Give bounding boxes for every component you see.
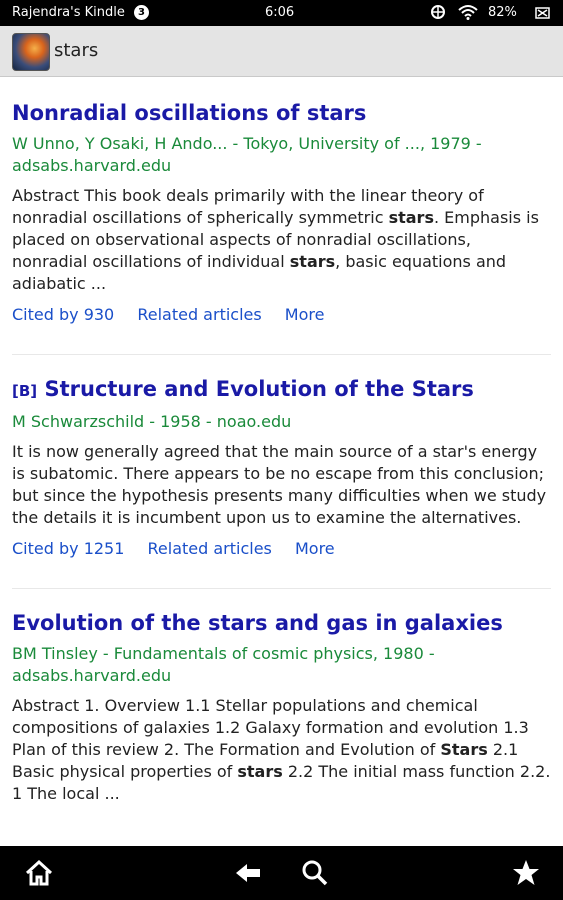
result-snippet: Abstract 1. Overview 1.1 Stellar populat… xyxy=(12,696,551,803)
result-meta: M Schwarzschild - 1958 - noao.edu xyxy=(12,412,292,431)
result-links: Cited by 1251 Related articles More xyxy=(12,539,551,558)
related-articles-link[interactable]: Related articles xyxy=(148,539,272,558)
back-icon[interactable] xyxy=(233,858,263,888)
more-link[interactable]: More xyxy=(295,539,335,558)
result-title-link[interactable]: Evolution of the stars and gas in galaxi… xyxy=(12,609,551,637)
notification-badge[interactable]: 3 xyxy=(134,5,149,20)
result-links: Cited by 930 Related articles More xyxy=(12,305,551,324)
result-meta: W Unno, Y Osaki, H Ando... - Tokyo, Univ… xyxy=(12,134,482,175)
status-bar: Rajendra's Kindle 3 6:06 82% xyxy=(0,0,563,26)
star-icon[interactable] xyxy=(511,858,541,888)
search-icon[interactable] xyxy=(300,858,330,888)
results-list: Nonradial oscillations of stars W Unno, … xyxy=(0,77,563,846)
sync-icon xyxy=(431,5,445,19)
more-link[interactable]: More xyxy=(285,305,325,324)
result-meta: BM Tinsley - Fundamentals of cosmic phys… xyxy=(12,644,435,685)
cited-by-link[interactable]: Cited by 930 xyxy=(12,305,114,324)
book-tag: [B] xyxy=(12,382,38,400)
battery-icon xyxy=(535,7,550,19)
bottom-navigation xyxy=(0,846,563,900)
result-item: [B] Structure and Evolution of the Stars… xyxy=(0,355,563,558)
related-articles-link[interactable]: Related articles xyxy=(137,305,261,324)
result-item: Evolution of the stars and gas in galaxi… xyxy=(0,589,563,805)
device-name: Rajendra's Kindle xyxy=(12,5,125,20)
wifi-icon xyxy=(458,5,478,20)
app-logo-icon[interactable] xyxy=(12,33,50,71)
search-query[interactable]: stars xyxy=(54,40,98,61)
result-item: Nonradial oscillations of stars W Unno, … xyxy=(0,77,563,324)
cited-by-link[interactable]: Cited by 1251 xyxy=(12,539,124,558)
result-title-link[interactable]: [B] Structure and Evolution of the Stars xyxy=(12,375,551,405)
result-title-link[interactable]: Nonradial oscillations of stars xyxy=(12,99,551,127)
battery-percent: 82% xyxy=(488,5,517,20)
home-icon[interactable] xyxy=(24,858,54,888)
result-snippet: Abstract This book deals primarily with … xyxy=(12,186,539,293)
result-snippet: It is now generally agreed that the main… xyxy=(12,442,547,527)
clock: 6:06 xyxy=(265,5,295,20)
app-bar: stars xyxy=(0,26,563,77)
